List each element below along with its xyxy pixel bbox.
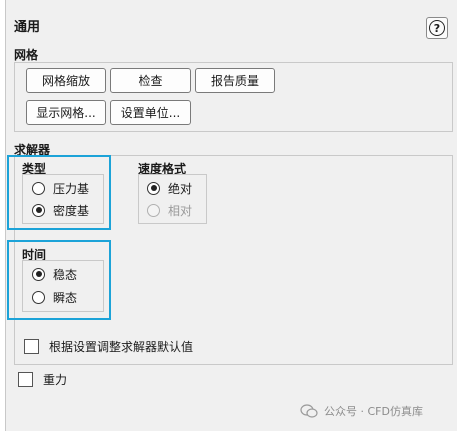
help-button[interactable]: ? [426, 17, 448, 39]
radio-disabled-icon [147, 203, 160, 217]
adjust-solver-defaults-label: 根据设置调整求解器默认值 [49, 340, 194, 354]
pressure-based-radio[interactable]: 压力基 [32, 179, 89, 197]
gravity-label: 重力 [43, 373, 68, 387]
watermark-text: 公众号 · CFD仿真库 [324, 405, 423, 418]
wechat-icon [300, 404, 318, 418]
radio-checked-icon [147, 181, 160, 195]
steady-radio[interactable]: 稳态 [32, 265, 77, 283]
absolute-label: 绝对 [168, 181, 193, 196]
radio-checked-icon [32, 203, 45, 217]
watermark: 公众号 · CFD仿真库 [300, 403, 423, 419]
question-icon: ? [429, 20, 445, 36]
transient-label: 瞬态 [53, 290, 78, 305]
radio-checked-icon [32, 267, 45, 281]
transient-radio[interactable]: 瞬态 [32, 288, 77, 306]
adjust-solver-defaults-checkbox[interactable]: 根据设置调整求解器默认值 [24, 338, 193, 355]
density-based-label: 密度基 [53, 203, 90, 218]
set-units-button[interactable]: 设置单位... [110, 100, 191, 125]
relative-radio: 相对 [147, 201, 192, 219]
check-button[interactable]: 检查 [110, 68, 191, 93]
panel-title: 通用 [14, 20, 41, 35]
mesh-scale-button[interactable]: 网格缩放 [26, 68, 106, 93]
radio-unchecked-icon [32, 290, 45, 304]
mesh-section-label: 网格 [14, 48, 39, 62]
relative-label: 相对 [168, 203, 193, 218]
radio-unchecked-icon [32, 181, 45, 195]
gravity-checkbox[interactable]: 重力 [18, 371, 67, 388]
absolute-radio[interactable]: 绝对 [147, 179, 192, 197]
display-mesh-button[interactable]: 显示网格... [26, 100, 106, 125]
report-quality-button[interactable]: 报告质量 [195, 68, 275, 93]
checkbox-unchecked-icon [24, 339, 39, 354]
checkbox-unchecked-icon [18, 372, 33, 387]
pressure-based-label: 压力基 [53, 181, 90, 196]
steady-label: 稳态 [53, 267, 78, 282]
density-based-radio[interactable]: 密度基 [32, 201, 89, 219]
